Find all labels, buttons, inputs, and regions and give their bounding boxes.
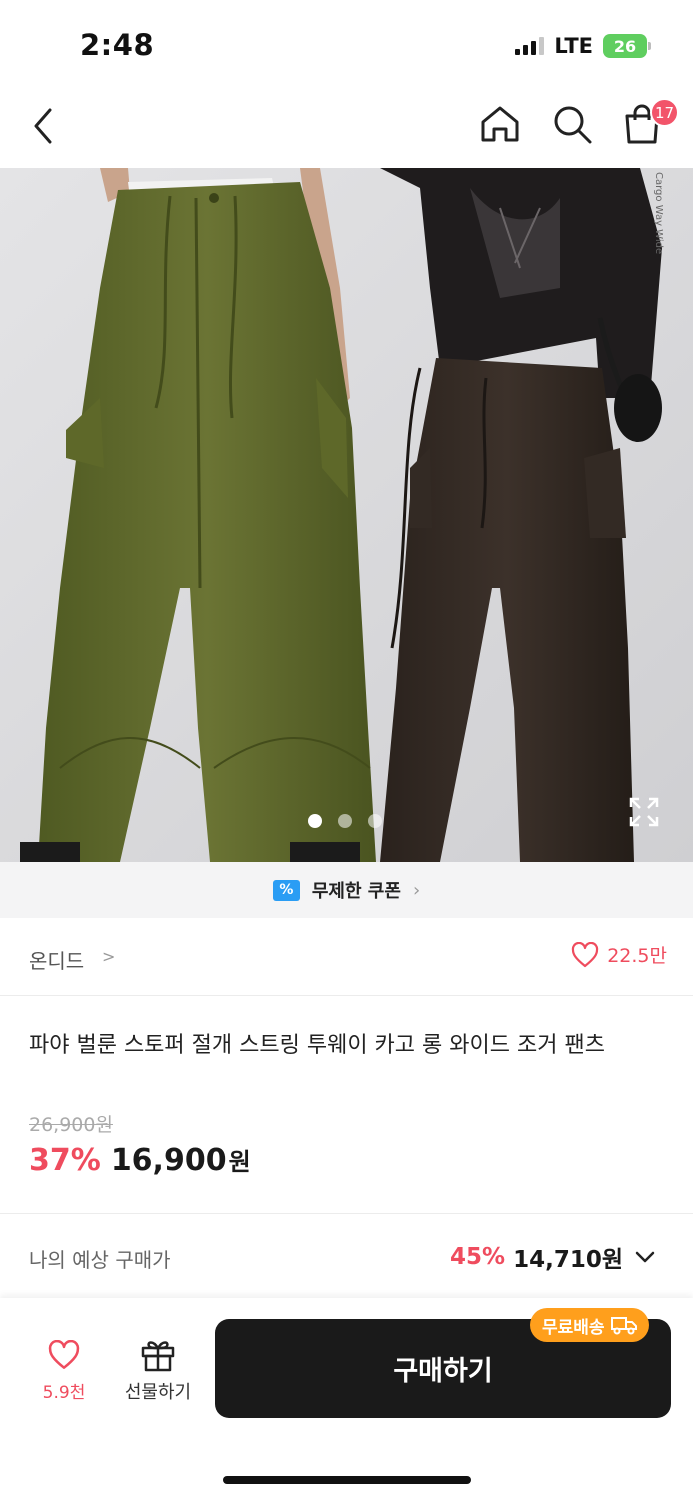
coupon-label: 무제한 쿠폰	[311, 881, 401, 902]
brand-like-count: 22.5만	[607, 945, 667, 967]
coupon-icon: %	[272, 879, 300, 901]
sale-price: 16,900	[110, 1143, 227, 1178]
heart-icon	[572, 941, 599, 967]
gift-label: 선물하기	[124, 1382, 192, 1403]
carousel-dot[interactable]	[308, 814, 322, 828]
brand-row: 온디드 > 22.5만	[0, 918, 693, 996]
like-button[interactable]: 5.9천	[32, 1339, 96, 1403]
free-shipping-label: 무료배송	[542, 1317, 605, 1338]
status-indicators: LTE 26	[515, 34, 651, 58]
chevron-right-icon: ›	[412, 879, 421, 901]
gift-icon	[141, 1341, 175, 1372]
status-time: 2:48	[80, 28, 155, 62]
expand-image-button[interactable]	[628, 796, 660, 828]
battery-icon: 26	[603, 34, 651, 58]
expected-price-value: 45% 14,710원	[450, 1240, 659, 1274]
back-button[interactable]	[26, 104, 66, 148]
brand-like-button[interactable]: 22.5만	[571, 941, 667, 968]
price-row: 37% 16,900 원	[29, 1142, 251, 1178]
expected-price-row[interactable]: 나의 예상 구매가 45% 14,710원	[0, 1214, 693, 1298]
coupon-banner[interactable]: % 무제한 쿠폰 ›	[0, 862, 693, 918]
discount-rate: 37%	[29, 1143, 101, 1178]
network-type: LTE	[554, 34, 593, 58]
bottom-action-bar: 5.9천 선물하기 구매하기 무료배송	[0, 1298, 693, 1500]
chevron-down-icon[interactable]	[631, 1243, 659, 1271]
brand-link[interactable]: 온디드	[29, 945, 84, 974]
home-button[interactable]	[478, 102, 522, 146]
nav-bar: 17	[0, 90, 693, 168]
carousel-dots	[308, 814, 382, 828]
expected-discount: 45%	[450, 1244, 506, 1270]
svg-text:Cargo Way Wide: Cargo Way Wide	[653, 172, 664, 254]
product-title: 파야 벌룬 스토퍼 절개 스트링 투웨이 카고 롱 와이드 조거 팬츠	[29, 1033, 605, 1058]
signal-icon	[515, 37, 545, 55]
expand-icon	[629, 797, 659, 827]
carousel-dot[interactable]	[338, 814, 352, 828]
chevron-right-icon: >	[102, 947, 116, 966]
search-icon	[554, 106, 592, 144]
original-price: 26,900원	[29, 1114, 113, 1136]
back-arrow-icon	[34, 108, 52, 144]
product-photo: Cargo Way Wide	[0, 168, 693, 862]
carousel-dot[interactable]	[368, 814, 382, 828]
search-button[interactable]	[550, 102, 594, 146]
truck-icon	[610, 1317, 637, 1335]
heart-icon	[48, 1339, 80, 1369]
sale-price-unit: 원	[228, 1148, 251, 1176]
product-image-carousel[interactable]: Cargo Way Wide	[0, 168, 693, 862]
expected-price: 14,710원	[513, 1247, 623, 1273]
free-shipping-badge: 무료배송	[530, 1308, 649, 1342]
expected-price-label: 나의 예상 구매가	[29, 1248, 171, 1272]
cart-count-badge: 17	[650, 98, 679, 127]
home-icon	[481, 106, 519, 142]
like-count: 5.9천	[42, 1383, 86, 1403]
status-bar: 2:48 LTE 26	[0, 0, 693, 90]
gift-button[interactable]: 선물하기	[116, 1336, 200, 1404]
battery-level: 26	[613, 36, 637, 56]
home-indicator	[223, 1476, 471, 1484]
